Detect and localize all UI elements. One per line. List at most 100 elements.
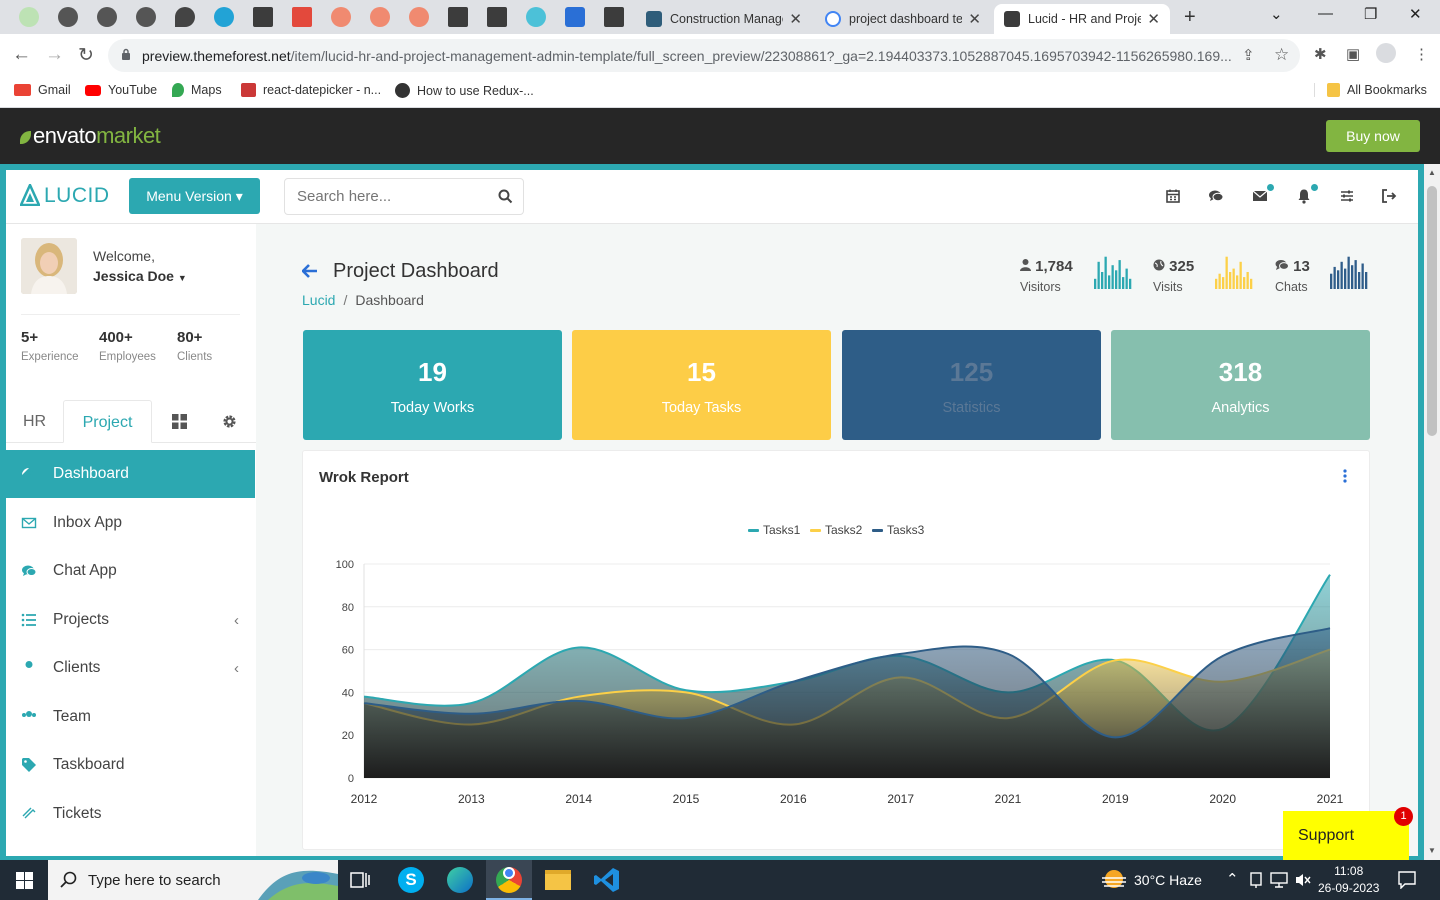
pinned-tab-icon[interactable]: [214, 7, 234, 27]
new-tab-icon[interactable]: +: [1184, 6, 1196, 29]
pinned-tab-icon[interactable]: [331, 7, 351, 27]
pinned-tab-icon[interactable]: [97, 7, 117, 27]
pinned-tab-icon[interactable]: [565, 7, 585, 27]
network-icon[interactable]: [1270, 872, 1288, 888]
share-icon[interactable]: ⇪: [1242, 46, 1255, 64]
bookmark-youtube[interactable]: YouTube: [85, 83, 157, 97]
pinned-tab-icon[interactable]: [175, 7, 195, 27]
reload-icon[interactable]: ↻: [78, 44, 94, 67]
sidebar-item-tickets[interactable]: Tickets: [6, 790, 255, 838]
bookmark-redux[interactable]: How to use Redux-...: [395, 83, 534, 98]
browser-tab[interactable]: project dashboard te ✕: [815, 4, 991, 34]
bell-icon[interactable]: [1296, 188, 1312, 204]
close-window-icon[interactable]: ✕: [1409, 5, 1422, 23]
pinned-tab-icon[interactable]: [136, 7, 156, 27]
file-explorer-icon[interactable]: [543, 865, 573, 895]
avatar[interactable]: [21, 238, 77, 294]
sidebar-item-clients[interactable]: Clients ‹: [6, 644, 255, 692]
task-view-icon[interactable]: [350, 871, 370, 889]
edge-icon[interactable]: [445, 865, 475, 895]
close-tab-icon[interactable]: ✕: [789, 10, 802, 28]
stat-card-today-tasks[interactable]: 15 Today Tasks: [572, 330, 831, 440]
pinned-tab-icon[interactable]: [292, 7, 312, 27]
taskbar-clock[interactable]: 11:08 26-09-2023: [1318, 863, 1379, 897]
extensions-icon[interactable]: ✱: [1314, 45, 1327, 63]
menu-kebab-icon[interactable]: ⋮: [1414, 45, 1429, 63]
menu-version-button[interactable]: Menu Version ▾: [129, 178, 260, 214]
pinned-tab-icon[interactable]: [19, 7, 39, 27]
windows-start-icon[interactable]: [16, 872, 33, 889]
scroll-up-icon[interactable]: ▲: [1428, 168, 1436, 177]
support-button[interactable]: Support: [1283, 811, 1409, 860]
pinned-tab-icon[interactable]: [253, 7, 273, 27]
pinned-tab-icon[interactable]: [604, 7, 624, 27]
taskbar-search[interactable]: Type here to search: [48, 860, 338, 900]
chevron-left-icon[interactable]: ‹: [234, 612, 239, 629]
stat-card-analytics[interactable]: 318 Analytics: [1111, 330, 1370, 440]
tab-settings[interactable]: [218, 400, 240, 443]
bookmark-gmail[interactable]: Gmail: [14, 83, 71, 97]
pinned-tab-icon[interactable]: [58, 7, 78, 27]
profile-icon[interactable]: [1376, 43, 1396, 63]
volume-muted-icon[interactable]: [1295, 872, 1311, 888]
pinned-tab-icon[interactable]: [526, 7, 546, 27]
sidebar-item-taskboard[interactable]: Taskboard: [6, 741, 255, 789]
comments-icon[interactable]: [1208, 188, 1224, 204]
restore-icon[interactable]: ❐: [1364, 5, 1377, 23]
sliders-icon[interactable]: [1339, 188, 1355, 204]
meet-icon[interactable]: [1249, 872, 1263, 888]
envato-logo[interactable]: envatomarket: [20, 123, 161, 149]
logout-icon[interactable]: [1381, 188, 1397, 204]
star-icon[interactable]: ☆: [1274, 45, 1289, 65]
sidebar-item-team[interactable]: Team: [6, 693, 255, 741]
vscode-icon[interactable]: [592, 865, 622, 895]
buy-now-button[interactable]: Buy now: [1326, 120, 1420, 152]
tab-project[interactable]: Project: [63, 400, 152, 443]
pinned-tab-icon[interactable]: [448, 7, 468, 27]
tab-apps[interactable]: [166, 400, 192, 443]
search-icon[interactable]: [498, 189, 513, 204]
panel-menu-icon[interactable]: [1343, 469, 1347, 483]
envelope-icon[interactable]: [1252, 188, 1268, 204]
back-arrow-icon[interactable]: [302, 264, 318, 278]
sidebar-item-inbox-app[interactable]: Inbox App: [6, 499, 255, 547]
scroll-down-icon[interactable]: ▼: [1428, 846, 1436, 855]
stat-card-statistics[interactable]: 125 Statistics: [842, 330, 1101, 440]
chevron-up-icon[interactable]: ⌃: [1226, 870, 1239, 888]
calendar-icon[interactable]: [1165, 188, 1181, 204]
pinned-tab-icon[interactable]: [370, 7, 390, 27]
sparkline-bar: [1365, 272, 1368, 289]
stat-card-today-works[interactable]: 19 Today Works: [303, 330, 562, 440]
notifications-icon[interactable]: [1398, 871, 1416, 889]
pinned-tab-icon[interactable]: [487, 7, 507, 27]
weather-haze-icon[interactable]: [1101, 869, 1127, 891]
user-name-dropdown[interactable]: Jessica Doe ▼: [93, 268, 187, 284]
sidebar-item-projects[interactable]: Projects ‹: [6, 596, 255, 644]
skype-icon[interactable]: S: [396, 865, 426, 895]
all-bookmarks[interactable]: All Bookmarks: [1314, 83, 1427, 97]
browser-tab-active[interactable]: Lucid - HR and Projec ✕: [994, 4, 1170, 34]
lucid-logo[interactable]: LUCID: [19, 181, 110, 208]
minimize-icon[interactable]: —: [1318, 5, 1333, 22]
close-tab-icon[interactable]: ✕: [1147, 10, 1160, 28]
chrome-icon[interactable]: [486, 860, 532, 900]
bookmark-maps[interactable]: Maps: [172, 83, 222, 97]
weather-text[interactable]: 30°C Haze: [1134, 872, 1202, 888]
breadcrumb-link[interactable]: Lucid: [302, 292, 335, 308]
pinned-tab-icon[interactable]: [409, 7, 429, 27]
browser-tab[interactable]: Construction Manage ✕: [636, 4, 812, 34]
page-scrollbar[interactable]: ▲ ▼: [1424, 164, 1440, 860]
scrollbar-thumb[interactable]: [1427, 186, 1437, 436]
bookmark-react-datepicker[interactable]: react-datepicker - n...: [241, 83, 381, 97]
tab-search-icon[interactable]: ⌄: [1270, 5, 1283, 23]
sidebar-item-chat-app[interactable]: Chat App: [6, 547, 255, 595]
sidebar-item-dashboard[interactable]: Dashboard: [6, 450, 255, 498]
search-input[interactable]: [285, 179, 475, 214]
back-icon[interactable]: ←: [12, 44, 31, 66]
forward-icon[interactable]: →: [45, 44, 64, 66]
tab-hr[interactable]: HR: [6, 400, 63, 443]
sidepanel-icon[interactable]: ▣: [1346, 45, 1360, 63]
chevron-left-icon[interactable]: ‹: [234, 660, 239, 677]
address-bar[interactable]: preview.themeforest.net/item/lucid-hr-an…: [108, 39, 1300, 72]
close-tab-icon[interactable]: ✕: [968, 10, 981, 28]
